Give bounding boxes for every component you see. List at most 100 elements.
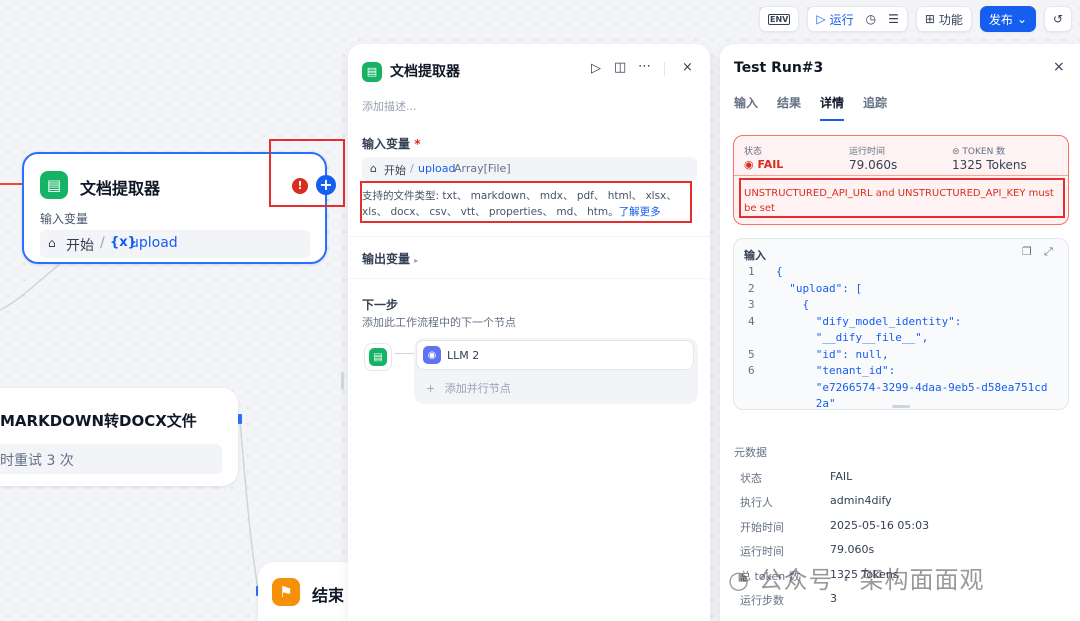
close-icon[interactable]: × [682, 60, 693, 75]
run-node-play-icon[interactable]: ▷ [591, 61, 601, 76]
retry-chip: 时重试 3 次 [0, 444, 222, 474]
code-line: "__dify__file__", [776, 331, 929, 344]
next-node-llm2[interactable]: ◉ LLM 2 [416, 340, 694, 370]
features-grid-icon: ⊞ [924, 12, 935, 26]
edge-layer [0, 183, 260, 596]
var-start: 开始 [384, 164, 406, 177]
tab-details[interactable]: 详情 [820, 94, 845, 121]
top-toolbar: ENV ▷ 运行 ◷ ☰ ⊞ 功能 发布 ⌄ ↺ [758, 6, 1072, 32]
scroll-indicator[interactable] [892, 405, 910, 408]
code-line: "upload": [ [776, 281, 863, 295]
line-number: 1 [748, 265, 755, 278]
play-icon: ▷ [816, 12, 826, 26]
end-node-title: 结束 [312, 586, 345, 605]
metadata-key: 状态 [740, 472, 762, 485]
history-button[interactable]: ↺ [1044, 6, 1072, 32]
edge-to-end [239, 419, 259, 591]
line-number: 6 [748, 364, 755, 377]
close-icon[interactable]: × [1053, 59, 1065, 75]
status-value: ◉ FAIL [744, 158, 783, 171]
history-icon: ↺ [1052, 12, 1064, 26]
publish-button[interactable]: 发布 ⌄ [979, 6, 1036, 32]
var-separator: / [410, 162, 414, 175]
metadata-key: 运行时间 [740, 545, 784, 559]
markdown-node[interactable]: MARKDOWN转DOCX文件 时重试 3 次 [0, 388, 238, 486]
highlight-box-error-message [739, 178, 1065, 218]
tokens-value: 1325 Tokens [952, 158, 1027, 172]
resize-handle[interactable] [341, 372, 344, 390]
copy-icon[interactable]: ❐ [1022, 245, 1032, 258]
metadata-value: 79.060s [830, 543, 875, 557]
description-input[interactable]: 添加描述... [362, 98, 417, 114]
output-variables-toggle[interactable]: 输出变量 ▸ [362, 250, 418, 267]
extractor-input-label: 输入变量 [40, 212, 89, 226]
next-step-desc: 添加此工作流程中的下一个节点 [362, 316, 516, 329]
code-line: "id": null, [776, 347, 889, 361]
llm-icon: ◉ [423, 346, 441, 364]
input-variables-text: 输入变量 [362, 137, 411, 151]
start-label: 开始 [66, 238, 94, 254]
input-variables-label: 输入变量 * [362, 135, 420, 152]
metadata-key: 执行人 [740, 496, 773, 510]
metadata-key: 开始时间 [740, 520, 784, 534]
line-number: 3 [748, 298, 755, 311]
code-line: "dify_model_identity": [776, 314, 962, 328]
tokens-header-text: TOKEN 数 [962, 147, 1006, 157]
tab-input[interactable]: 输入 [734, 94, 758, 111]
line-number: 5 [748, 347, 755, 361]
home-icon: ⌂ [48, 236, 56, 250]
watermark-text: 公众号 · 架构面面观 [758, 566, 985, 594]
tokens-header: ⊜ TOKEN 数 [952, 144, 1005, 157]
node-config-panel: ▤ 文档提取器 ▷ ◫ ⋯ × 添加描述... 输入变量 * ⌂ 开始 / up… [348, 44, 710, 621]
line-number: 4 [748, 314, 755, 328]
markdown-handle [238, 414, 242, 424]
caret-right-icon: ▸ [414, 256, 419, 265]
run-button[interactable]: ▷ 运行 [816, 11, 853, 28]
metadata-value: admin4dify [830, 494, 892, 508]
metadata-label: 元数据 [734, 446, 767, 459]
runtime-header: 运行时间 [849, 147, 886, 157]
expand-icon[interactable]: ⤢ [1044, 245, 1053, 259]
next-nodes-container: ◉ LLM 2 + 添加并行节点 [414, 338, 698, 404]
tab-tracing[interactable]: 追踪 [863, 94, 887, 111]
var-type: Array[File] [454, 162, 511, 175]
code-line: 2a" [776, 397, 836, 410]
end-node[interactable]: ⚑ 结束 [258, 562, 358, 621]
env-button[interactable]: ENV [758, 6, 800, 32]
features-button[interactable]: ⊞ 功能 [915, 6, 972, 32]
required-mark: * [414, 137, 421, 151]
status-header: 状态 [744, 147, 763, 157]
split-view-icon[interactable]: ◫ [614, 60, 626, 75]
document-extractor-icon: ▤ [40, 171, 68, 199]
plus-icon: + [426, 382, 436, 395]
input-block-label: 输入 [744, 249, 766, 262]
token-icon: ⊜ [952, 147, 963, 157]
input-json-block: 输入 ❐ ⤢ 1 {2 "upload": [3 {4 "dify_model_i… [733, 238, 1069, 410]
var-name: upload [418, 162, 456, 175]
highlight-box-error-handle [269, 139, 345, 207]
next-connector [394, 353, 414, 354]
input-variable-selector[interactable]: ⌂ 开始 / upload Array[File] [362, 157, 697, 181]
more-icon[interactable]: ⋯ [638, 59, 651, 74]
run-group: ▷ 运行 ◷ ☰ [807, 6, 908, 32]
runtime-value: 79.060s [849, 158, 898, 172]
wechat-icon: ◔ [728, 566, 750, 594]
test-run-title: Test Run#3 [734, 60, 824, 76]
status-value-text: FAIL [757, 158, 784, 171]
run-label: 运行 [829, 12, 854, 27]
chevron-down-icon: ⌄ [1016, 12, 1027, 26]
extractor-node-title: 文档提取器 [80, 179, 161, 198]
checklist-icon[interactable]: ☰ [888, 12, 899, 26]
divider [348, 278, 710, 279]
test-run-panel: Test Run#3 × 输入 结果 详情 追踪 状态 运行时间 ⊜ TOKEN… [720, 44, 1080, 621]
add-parallel-label: 添加并行节点 [444, 382, 511, 395]
metadata-value: FAIL [830, 470, 853, 483]
markdown-node-title: MARKDOWN转DOCX文件 [0, 412, 197, 430]
var-separator: / [100, 235, 105, 251]
code-line: { [776, 265, 783, 278]
tab-result[interactable]: 结果 [777, 94, 801, 111]
checklist-timer-icon[interactable]: ◷ [866, 12, 876, 26]
retry-text: 时重试 3 次 [0, 453, 74, 469]
code-line: { [776, 298, 810, 311]
add-parallel-node-button[interactable]: + 添加并行节点 [426, 380, 511, 396]
